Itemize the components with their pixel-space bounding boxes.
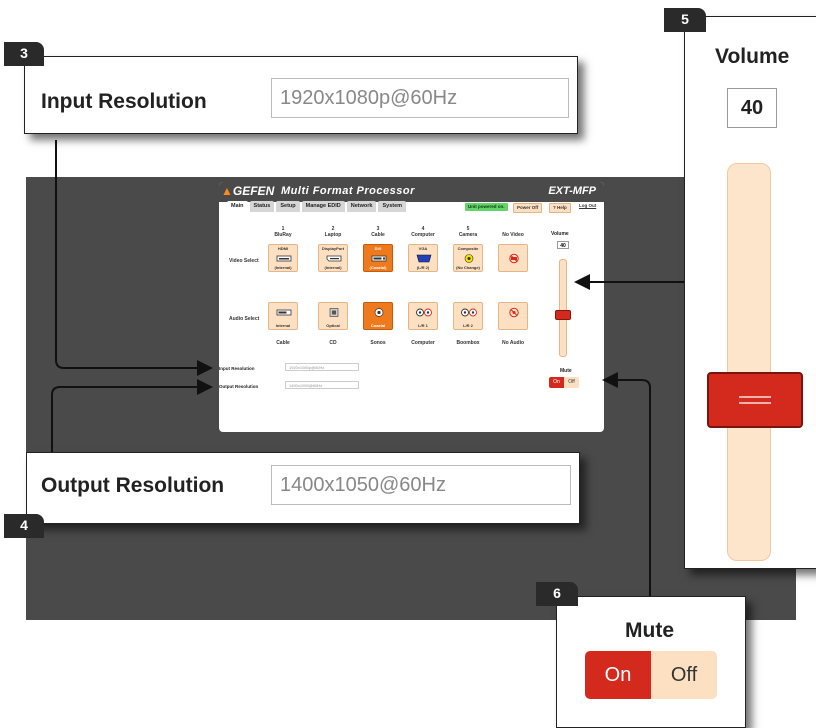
callout-badge-6: 6	[536, 582, 578, 606]
dvi-port-icon	[371, 255, 387, 262]
vga-port-icon	[416, 254, 432, 263]
internal-audio-icon	[276, 309, 292, 316]
volume-label: Volume	[715, 45, 790, 68]
handle-grip-icon	[739, 402, 771, 404]
no-video-icon	[509, 253, 519, 264]
callout-input-resolution: Input Resolution 1920x1080p@60Hz	[24, 56, 578, 134]
audio-name-4: Computer	[411, 340, 435, 346]
audio-name-5: Boombox	[456, 340, 480, 346]
model-name: EXT-MFP	[548, 185, 596, 197]
volume-value: 40	[727, 88, 777, 128]
displayport-icon	[326, 255, 342, 262]
app-title: Multi Format Processor	[281, 185, 415, 197]
output-resolution-label-small: Output Resolution	[219, 384, 259, 389]
composite-jack-icon	[464, 254, 474, 263]
callout-output-resolution: Output Resolution 1400x1050@60Hz	[26, 452, 580, 524]
video-source-vga[interactable]: VGA (L/R 2)	[408, 244, 438, 272]
panel-header: ▲GEFEN Multi Format Processor EXT-MFP	[219, 182, 604, 202]
logout-link[interactable]: Log Out	[579, 203, 596, 208]
audio-name-2: CD	[329, 340, 337, 346]
output-resolution-field-small: 1400x1050@60Hz	[285, 381, 359, 389]
callout-volume: Volume 40	[684, 16, 816, 569]
mute-on-button[interactable]: On	[585, 651, 651, 699]
brand-logo: ▲GEFEN	[221, 184, 275, 198]
callout-badge-3: 3	[4, 42, 44, 66]
video-source-composite[interactable]: Composite (No Change)	[453, 244, 483, 272]
audio-source-internal[interactable]: Internal	[268, 302, 298, 330]
audio-name-1: Cable	[276, 340, 290, 346]
tab-network[interactable]: Network	[346, 201, 377, 212]
power-off-button[interactable]: Power Off	[513, 203, 543, 213]
video-source-none[interactable]	[498, 244, 528, 272]
audio-source-lr1[interactable]: L/R 1	[408, 302, 438, 330]
video-source-dvi[interactable]: DVI (Coaxial)	[363, 244, 393, 272]
mute-label-small: Mute	[560, 368, 572, 374]
mute-on-button-small[interactable]: On	[549, 377, 564, 388]
tab-system[interactable]: System	[378, 201, 407, 212]
mute-off-button-small[interactable]: Off	[564, 377, 579, 388]
source-header-1: 1 BluRay	[274, 226, 292, 238]
input-resolution-label: Input Resolution	[41, 90, 207, 113]
status-badge: Unit powered on.	[465, 203, 508, 211]
audio-source-coaxial[interactable]: Coaxial	[363, 302, 393, 330]
source-header-4: 4 Computer	[411, 226, 435, 238]
handle-grip-icon	[739, 396, 771, 398]
audio-name-3: Sonos	[370, 340, 386, 346]
optical-port-icon	[329, 308, 339, 317]
output-resolution-label: Output Resolution	[41, 474, 225, 497]
help-button[interactable]: ? Help	[549, 203, 571, 213]
volume-label-small: Volume	[551, 231, 569, 237]
volume-slider-handle-small[interactable]	[555, 310, 571, 320]
tab-bar: Main Status Setup Manage EDID Network Sy…	[227, 201, 407, 212]
audio-select-label: Audio Select	[229, 316, 260, 322]
audio-source-optical[interactable]: Optical	[318, 302, 348, 330]
video-source-hdmi[interactable]: HDMI (Internal)	[268, 244, 298, 272]
main-panel: ▲GEFEN Multi Format Processor EXT-MFP Ma…	[219, 182, 604, 432]
audio-name-none: No Audio	[501, 340, 525, 346]
coaxial-jack-icon	[374, 308, 384, 317]
mute-label: Mute	[625, 619, 674, 642]
video-select-label: Video Select	[229, 258, 259, 264]
volume-value-small: 40	[557, 241, 569, 249]
input-resolution-field: 1920x1080p@60Hz	[271, 78, 569, 118]
callout-mute: Mute On Off	[556, 596, 746, 728]
source-header-2: 2 Laptop	[324, 226, 342, 238]
input-resolution-field-small: 1920x1080p@60Hz	[285, 363, 359, 371]
source-header-5: 5 Camera	[458, 226, 478, 238]
source-header-3: 3 Cable	[371, 226, 385, 238]
mute-off-button[interactable]: Off	[651, 651, 717, 699]
no-audio-icon	[509, 307, 519, 318]
volume-slider-track[interactable]	[727, 163, 771, 561]
volume-slider-handle[interactable]	[707, 372, 803, 428]
callout-badge-5: 5	[664, 8, 706, 32]
volume-slider-track-small[interactable]	[559, 259, 567, 357]
audio-source-lr2[interactable]: L/R 2	[453, 302, 483, 330]
callout-badge-4: 4	[4, 514, 44, 538]
tab-manage-edid[interactable]: Manage EDID	[301, 201, 345, 212]
video-source-displayport[interactable]: DisplayPort (Internal)	[318, 244, 348, 272]
tab-setup[interactable]: Setup	[276, 201, 300, 212]
input-resolution-label-small: Input Resolution	[219, 366, 255, 371]
tab-main[interactable]: Main	[227, 201, 248, 212]
tab-status[interactable]: Status	[249, 201, 275, 212]
output-resolution-field: 1400x1050@60Hz	[271, 465, 571, 505]
rca-lr-icon	[461, 308, 477, 317]
audio-source-none[interactable]	[498, 302, 528, 330]
rca-lr-icon	[416, 308, 432, 317]
hdmi-port-icon	[276, 255, 292, 262]
source-header-none: No Video	[502, 232, 524, 238]
